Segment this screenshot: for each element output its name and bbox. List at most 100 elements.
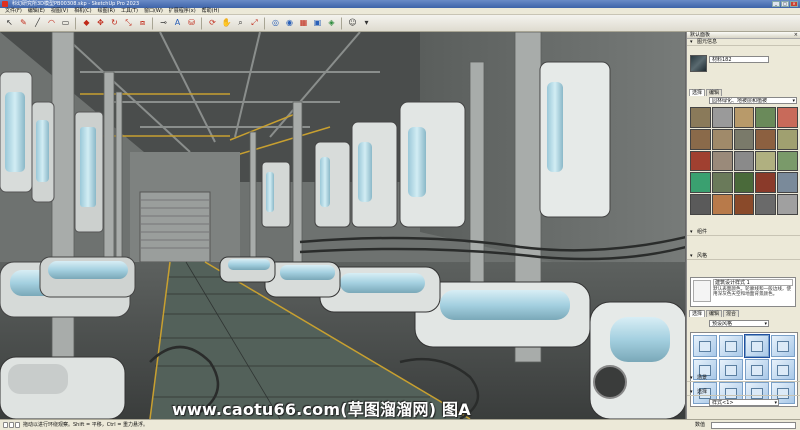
material-swatch[interactable]: [690, 128, 711, 150]
material-swatch[interactable]: [690, 194, 711, 215]
material-swatch[interactable]: [733, 172, 755, 194]
pan-tool-icon[interactable]: ✋: [220, 17, 233, 30]
material-swatch[interactable]: [733, 128, 755, 150]
push-pull-tool-icon[interactable]: ◆: [80, 17, 93, 30]
material-preview-swatch[interactable]: [690, 55, 707, 72]
components-section[interactable]: 组件: [687, 229, 800, 236]
minimize-button[interactable]: _: [772, 1, 780, 7]
bottom-select-section[interactable]: 选择: [687, 389, 800, 396]
styles-section[interactable]: 风格: [687, 253, 800, 260]
menu-tools[interactable]: 工具(T): [118, 8, 141, 14]
tab-materials-select[interactable]: 选择: [689, 89, 706, 96]
extension-manager-icon[interactable]: ▦: [297, 17, 310, 30]
menu-draw[interactable]: 绘图(R): [95, 8, 118, 14]
style-title-field[interactable]: 建筑设计样式 1: [713, 279, 793, 286]
paint-bucket-icon[interactable]: ⛁: [185, 17, 198, 30]
material-swatch[interactable]: [690, 150, 711, 172]
material-swatch[interactable]: [755, 172, 777, 194]
material-swatch[interactable]: [755, 194, 777, 215]
toolbar-separator: [341, 16, 343, 30]
eraser-tool-icon[interactable]: ✎: [17, 17, 30, 30]
material-swatch[interactable]: [690, 107, 711, 128]
tab-materials-edit[interactable]: 编辑: [706, 89, 723, 96]
close-button[interactable]: ×: [790, 1, 798, 7]
line-tool-icon[interactable]: ╱: [31, 17, 44, 30]
menu-help[interactable]: 帮助(H): [199, 8, 223, 14]
material-swatch[interactable]: [711, 172, 733, 194]
material-swatch[interactable]: [777, 150, 798, 172]
material-swatch[interactable]: [755, 150, 777, 172]
account-dropdown-icon[interactable]: ▾: [360, 17, 373, 30]
style-thumbnail-item[interactable]: [744, 334, 770, 358]
styles-collection-dropdown[interactable]: 预设风格: [709, 320, 769, 327]
toolbar-separator: [264, 16, 266, 30]
material-swatch[interactable]: [733, 150, 755, 172]
status-hint-text: 拖动以进行环绕观察。Shift = 平移，Ctrl = 重力悬浮。: [23, 422, 148, 428]
tray-close-icon[interactable]: ×: [794, 32, 798, 39]
style-thumbnail-item[interactable]: [771, 335, 795, 357]
offset-tool-icon[interactable]: ⧈: [136, 17, 149, 30]
material-swatch[interactable]: [733, 194, 755, 215]
material-swatch[interactable]: [733, 107, 755, 128]
scenes-section[interactable]: 场景: [687, 375, 800, 382]
help-icon[interactable]: [15, 422, 20, 428]
orbit-tool-icon[interactable]: ⟳: [206, 17, 219, 30]
extension-warehouse-icon[interactable]: ◉: [283, 17, 296, 30]
scale-tool-icon[interactable]: ⤡: [122, 17, 135, 30]
rotate-tool-icon[interactable]: ↻: [108, 17, 121, 30]
measurements-input[interactable]: [711, 422, 796, 429]
maximize-button[interactable]: □: [781, 1, 789, 7]
zoom-extents-icon[interactable]: ⤢: [248, 17, 261, 30]
zoom-tool-icon[interactable]: ⌕: [234, 17, 247, 30]
model-viewport[interactable]: www.caotu66.com(草图溜溜网) 图A: [0, 32, 686, 419]
material-swatch[interactable]: [777, 128, 798, 150]
material-swatch[interactable]: [711, 107, 733, 128]
material-swatch[interactable]: [777, 172, 798, 194]
material-swatch[interactable]: [755, 107, 777, 128]
style-thumbnail-item[interactable]: [693, 335, 717, 357]
material-name-field[interactable]: 材料182: [709, 56, 769, 63]
select-tool-icon[interactable]: ↖: [3, 17, 16, 30]
material-swatch[interactable]: [711, 150, 733, 172]
menu-extensions[interactable]: 扩展程序(x): [166, 8, 199, 14]
style-builder-icon[interactable]: ◈: [325, 17, 338, 30]
material-swatch[interactable]: [755, 128, 777, 150]
watermark-text: www.caotu66.com(草图溜溜网) 图A: [172, 400, 471, 419]
material-swatch[interactable]: [777, 107, 798, 128]
menu-camera[interactable]: 相机(C): [71, 8, 94, 14]
material-swatch[interactable]: [711, 194, 733, 215]
warehouse-icon[interactable]: ◎: [269, 17, 282, 30]
arc-tool-icon[interactable]: ◠: [45, 17, 58, 30]
material-swatch[interactable]: [690, 172, 711, 194]
menu-edit[interactable]: 编辑(E): [25, 8, 48, 14]
bottom-select-label: 选择: [697, 389, 708, 395]
tab-styles-edit[interactable]: 编辑: [706, 310, 723, 317]
main-toolbar: ↖ ✎ ╱ ◠ ▭ ◆ ✥ ↻ ⤡ ⧈ ⊸ A ⛁ ⟳ ✋ ⌕ ⤢ ◎ ◉ ▦ ▣ ◈ ☺ ▾: [0, 15, 800, 32]
geo-location-icon[interactable]: [3, 422, 8, 428]
default-tray: 默认面板 × 图元信息 材料182 选择 编辑 园林绿化、地被层和植被 组件 风…: [686, 32, 800, 419]
menu-window[interactable]: 窗口(W): [141, 8, 166, 14]
title-bar: 科幻研究所3D模型PB00308.skp - SketchUp Pro 2023…: [0, 0, 800, 8]
account-icon[interactable]: ☺: [346, 17, 359, 30]
credits-icon[interactable]: [9, 422, 14, 428]
tab-styles-mix[interactable]: 混合: [723, 310, 740, 317]
entity-info-label: 图元信息: [697, 39, 718, 45]
material-swatch[interactable]: [777, 194, 798, 215]
entity-info-section[interactable]: 图元信息: [687, 39, 800, 46]
layout-icon[interactable]: ▣: [311, 17, 324, 30]
bottom-style-dropdown[interactable]: 样式<1>: [709, 399, 779, 406]
tab-styles-select[interactable]: 选择: [689, 310, 706, 317]
toolbar-separator: [201, 16, 203, 30]
style-info-box: 建筑设计样式 1 默认表面颜色，轮廓线和一般边线，使用深灰色天空和地面背景颜色。: [690, 277, 796, 307]
shape-tool-icon[interactable]: ▭: [59, 17, 72, 30]
style-thumbnail-item[interactable]: [719, 335, 743, 357]
menu-file[interactable]: 文件(F): [2, 8, 25, 14]
materials-library-dropdown[interactable]: 园林绿化、地被层和植被: [709, 97, 797, 104]
material-swatch[interactable]: [711, 128, 733, 150]
material-swatch-grid: [690, 107, 798, 215]
move-tool-icon[interactable]: ✥: [94, 17, 107, 30]
menu-view[interactable]: 视图(V): [48, 8, 71, 14]
text-tool-icon[interactable]: A: [171, 17, 184, 30]
window-controls: _ □ ×: [772, 1, 798, 7]
tape-measure-icon[interactable]: ⊸: [157, 17, 170, 30]
